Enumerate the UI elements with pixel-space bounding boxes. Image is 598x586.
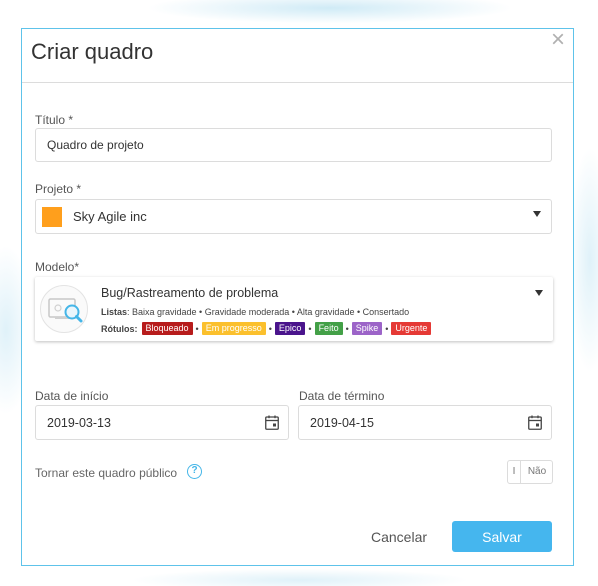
template-labels: Rótulos: Bloqueado • Em progresso • Epic…: [101, 322, 433, 335]
template-lists: Listas: Baixa gravidade • Gravidade mode…: [101, 307, 409, 317]
chevron-down-icon: [533, 211, 541, 217]
save-button[interactable]: Salvar: [452, 521, 552, 552]
label-separator: •: [268, 323, 272, 334]
template-name: Bug/Rastreamento de problema: [101, 286, 279, 300]
bug-tracking-template-icon: [40, 285, 88, 333]
title-divider: [22, 82, 573, 83]
template-field-label: Modelo*: [35, 260, 80, 274]
end-date-value: 2019-04-15: [310, 416, 374, 430]
template-select[interactable]: Bug/Rastreamento de problema Listas: Bai…: [35, 277, 553, 341]
create-board-dialog: Criar quadro × Título * Quadro de projet…: [21, 28, 574, 566]
label-tag-spike: Spike: [351, 322, 383, 335]
end-date-input[interactable]: 2019-04-15: [298, 405, 552, 440]
calendar-icon[interactable]: [265, 415, 279, 430]
calendar-icon[interactable]: [528, 415, 542, 430]
toggle-off-option[interactable]: Não: [522, 461, 552, 483]
help-icon[interactable]: ?: [187, 464, 202, 479]
close-icon[interactable]: ×: [547, 28, 569, 52]
public-board-toggle[interactable]: I Não: [507, 460, 553, 484]
label-separator: •: [345, 323, 349, 334]
label-separator: •: [195, 323, 199, 334]
project-field-label: Projeto *: [35, 182, 82, 196]
label-separator: •: [308, 323, 312, 334]
toggle-on-option[interactable]: I: [508, 461, 521, 483]
project-color-swatch: [42, 207, 62, 227]
template-lists-text: : Baixa gravidade • Gravidade moderada •…: [127, 307, 410, 317]
start-date-label: Data de início: [35, 389, 109, 403]
project-select[interactable]: Sky Agile inc: [35, 199, 552, 234]
chevron-down-icon: [535, 290, 543, 296]
label-tag-bloqueado: Bloqueado: [141, 322, 193, 335]
label-separator: •: [385, 323, 389, 334]
dialog-title: Criar quadro: [31, 39, 154, 64]
start-date-value: 2019-03-13: [47, 416, 111, 430]
label-tag-urgente: Urgente: [391, 322, 432, 335]
end-date-label: Data de término: [299, 389, 385, 403]
title-input[interactable]: Quadro de projeto: [35, 128, 552, 162]
template-lists-prefix: Listas: [101, 307, 128, 317]
public-board-label: Tornar este quadro público: [35, 466, 178, 480]
label-tag-em-progresso: Em progresso: [201, 322, 266, 335]
project-select-value: Sky Agile inc: [73, 209, 147, 224]
label-tag-epico: Epico: [274, 322, 306, 335]
title-field-label: Título *: [35, 113, 74, 127]
cancel-button[interactable]: Cancelar: [359, 522, 439, 552]
template-labels-prefix: Rótulos:: [101, 323, 138, 334]
label-tag-feito: Feito: [314, 322, 343, 335]
start-date-input[interactable]: 2019-03-13: [35, 405, 289, 440]
